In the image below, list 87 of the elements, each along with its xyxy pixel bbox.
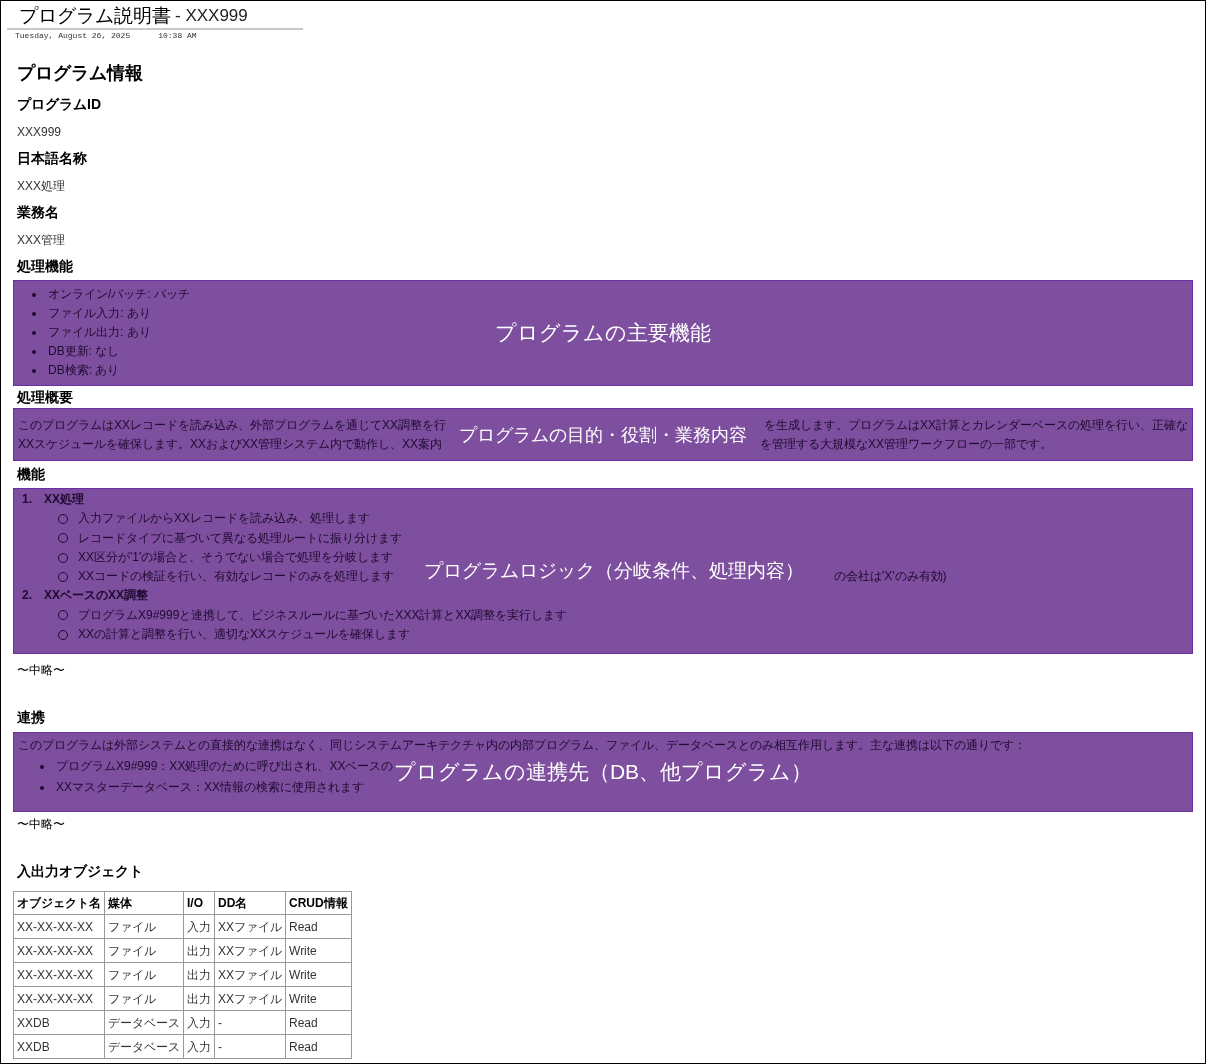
table-cell: XXDB bbox=[13, 1010, 105, 1035]
overlay-label: プログラムの目的・役割・業務内容 bbox=[459, 423, 747, 447]
table-cell: 入力 bbox=[183, 1010, 215, 1035]
section-heading: 処理概要 bbox=[16, 387, 74, 407]
list-number: 2. bbox=[22, 587, 32, 605]
section-heading: 入出力オブジェクト bbox=[16, 861, 144, 881]
function-item: の会社は'X'のみ有効) bbox=[834, 568, 947, 586]
field-value: XXX処理 bbox=[16, 177, 66, 195]
table-cell: XXファイル bbox=[214, 986, 286, 1011]
table-cell: Write bbox=[285, 938, 352, 963]
function-item: XXの計算と調整を行い、適切なXXスケジュールを確保します bbox=[78, 626, 410, 644]
document-title: プログラム説明書 bbox=[19, 4, 171, 28]
section-heading: 機能 bbox=[16, 464, 46, 484]
section-title: プログラム情報 bbox=[16, 62, 144, 85]
table-cell: XXDB bbox=[13, 1034, 105, 1059]
column-header: オブジェクト名 bbox=[13, 891, 105, 915]
field-label: 業務名 bbox=[16, 203, 60, 222]
section-heading: 処理機能 bbox=[16, 257, 74, 276]
print-time: 10:38 AM bbox=[158, 30, 197, 41]
table-cell: 入力 bbox=[183, 1034, 215, 1059]
table-cell: XX-XX-XX-XX bbox=[13, 986, 105, 1011]
feature-item: ファイル入力: あり bbox=[48, 305, 151, 322]
overlay-label: プログラムの主要機能 bbox=[495, 321, 711, 345]
function-item: 入力ファイルからXXレコードを読み込み、処理します bbox=[78, 510, 370, 528]
omission-mark: 〜中略〜 bbox=[16, 662, 66, 679]
summary-text: を管理する大規模なXX管理ワークフローの一部です。 bbox=[760, 436, 1053, 453]
table-cell: Read bbox=[285, 1034, 352, 1059]
integration-text: このプログラムは外部システムとの直接的な連携はなく、同じシステムアーキテクチャ内の内部プログラム、ファイル、データベースとのみ相互作用します。主な連携は以下の通りです： bbox=[18, 737, 1027, 754]
feature-item: DB更新: なし bbox=[48, 343, 120, 360]
print-date: Tuesday, August 26, 2025 bbox=[15, 30, 131, 41]
integration-item: プログラムX9#999：XX処理のために呼び出され、XXベースの bbox=[56, 758, 394, 775]
column-header: I/O bbox=[183, 891, 215, 915]
table-cell: XX-XX-XX-XX bbox=[13, 914, 105, 939]
table-cell: XX-XX-XX-XX bbox=[13, 938, 105, 963]
function-item: プログラムX9#999と連携して、ビジネスルールに基づいたXXX計算とXX調整を実行します bbox=[78, 606, 568, 624]
overlay-label: プログラムロジック（分岐条件、処理内容） bbox=[424, 559, 805, 583]
table-cell: 入力 bbox=[183, 914, 215, 939]
feature-item: ファイル出力: あり bbox=[48, 324, 151, 341]
column-header: CRUD情報 bbox=[285, 891, 352, 915]
bullet-icon bbox=[32, 292, 36, 297]
table-cell: ファイル bbox=[104, 938, 184, 963]
bullet-icon bbox=[32, 368, 36, 373]
bullet-icon bbox=[40, 764, 44, 769]
section-heading: 連携 bbox=[16, 707, 46, 727]
field-value: XXX999 bbox=[16, 123, 63, 141]
overlay-label: プログラムの連携先（DB、他プログラム） bbox=[393, 760, 813, 784]
bullet-icon bbox=[32, 349, 36, 354]
table-cell: - bbox=[214, 1034, 286, 1059]
feature-item: オンライン/バッチ: バッチ bbox=[48, 286, 190, 303]
bullet-icon bbox=[32, 311, 36, 316]
table-cell: データベース bbox=[104, 1034, 184, 1059]
field-value: XXX管理 bbox=[16, 231, 66, 249]
table-cell: 出力 bbox=[183, 962, 215, 987]
table-cell: データベース bbox=[104, 1010, 184, 1035]
table-cell: XX-XX-XX-XX bbox=[13, 962, 105, 987]
bullet-icon bbox=[32, 330, 36, 335]
table-cell: Write bbox=[285, 986, 352, 1011]
table-cell: ファイル bbox=[104, 962, 184, 987]
list-number: 1. bbox=[22, 491, 32, 508]
table-cell: 出力 bbox=[183, 986, 215, 1011]
table-cell: 出力 bbox=[183, 938, 215, 963]
document-id: - XXX999 bbox=[175, 5, 248, 27]
table-cell: ファイル bbox=[104, 914, 184, 939]
function-item: XXコードの検証を行い、有効なレコードのみを処理します bbox=[78, 568, 394, 586]
table-cell: XXファイル bbox=[214, 914, 286, 939]
omission-mark: 〜中略〜 bbox=[16, 816, 66, 833]
column-header: 媒体 bbox=[104, 891, 184, 915]
table-cell: Read bbox=[285, 914, 352, 939]
table-cell: - bbox=[214, 1010, 286, 1035]
field-label: プログラムID bbox=[16, 95, 102, 114]
table-cell: XXファイル bbox=[214, 962, 286, 987]
table-cell: Read bbox=[285, 1010, 352, 1035]
table-cell: ファイル bbox=[104, 986, 184, 1011]
table-cell: XXファイル bbox=[214, 938, 286, 963]
function-item: レコードタイプに基づいて異なる処理ルートに振り分けます bbox=[78, 529, 402, 547]
table-cell: Write bbox=[285, 962, 352, 987]
feature-item: DB検索: あり bbox=[48, 362, 120, 379]
function-title: XX処理 bbox=[44, 491, 85, 508]
function-item: XX区分が'1'の場合と、そうでない場合で処理を分岐します bbox=[78, 548, 394, 566]
column-header: DD名 bbox=[214, 891, 286, 915]
summary-text: このプログラムはXXレコードを読み込み、外部プログラムを通じてXX調整を行 bbox=[18, 417, 446, 434]
bullet-icon bbox=[40, 785, 44, 790]
summary-text: XXスケジュールを確保します。XXおよびXX管理システム内で動作し、XX案内 bbox=[18, 436, 443, 453]
summary-text: を生成します。プログラムはXX計算とカレンダーベースの処理を行い、正確な bbox=[764, 417, 1189, 434]
field-label: 日本語名称 bbox=[16, 149, 88, 168]
function-title: XXベースのXX調整 bbox=[44, 587, 149, 605]
integration-item: XXマスターデータベース：XX情報の検索に使用されます bbox=[56, 779, 364, 796]
